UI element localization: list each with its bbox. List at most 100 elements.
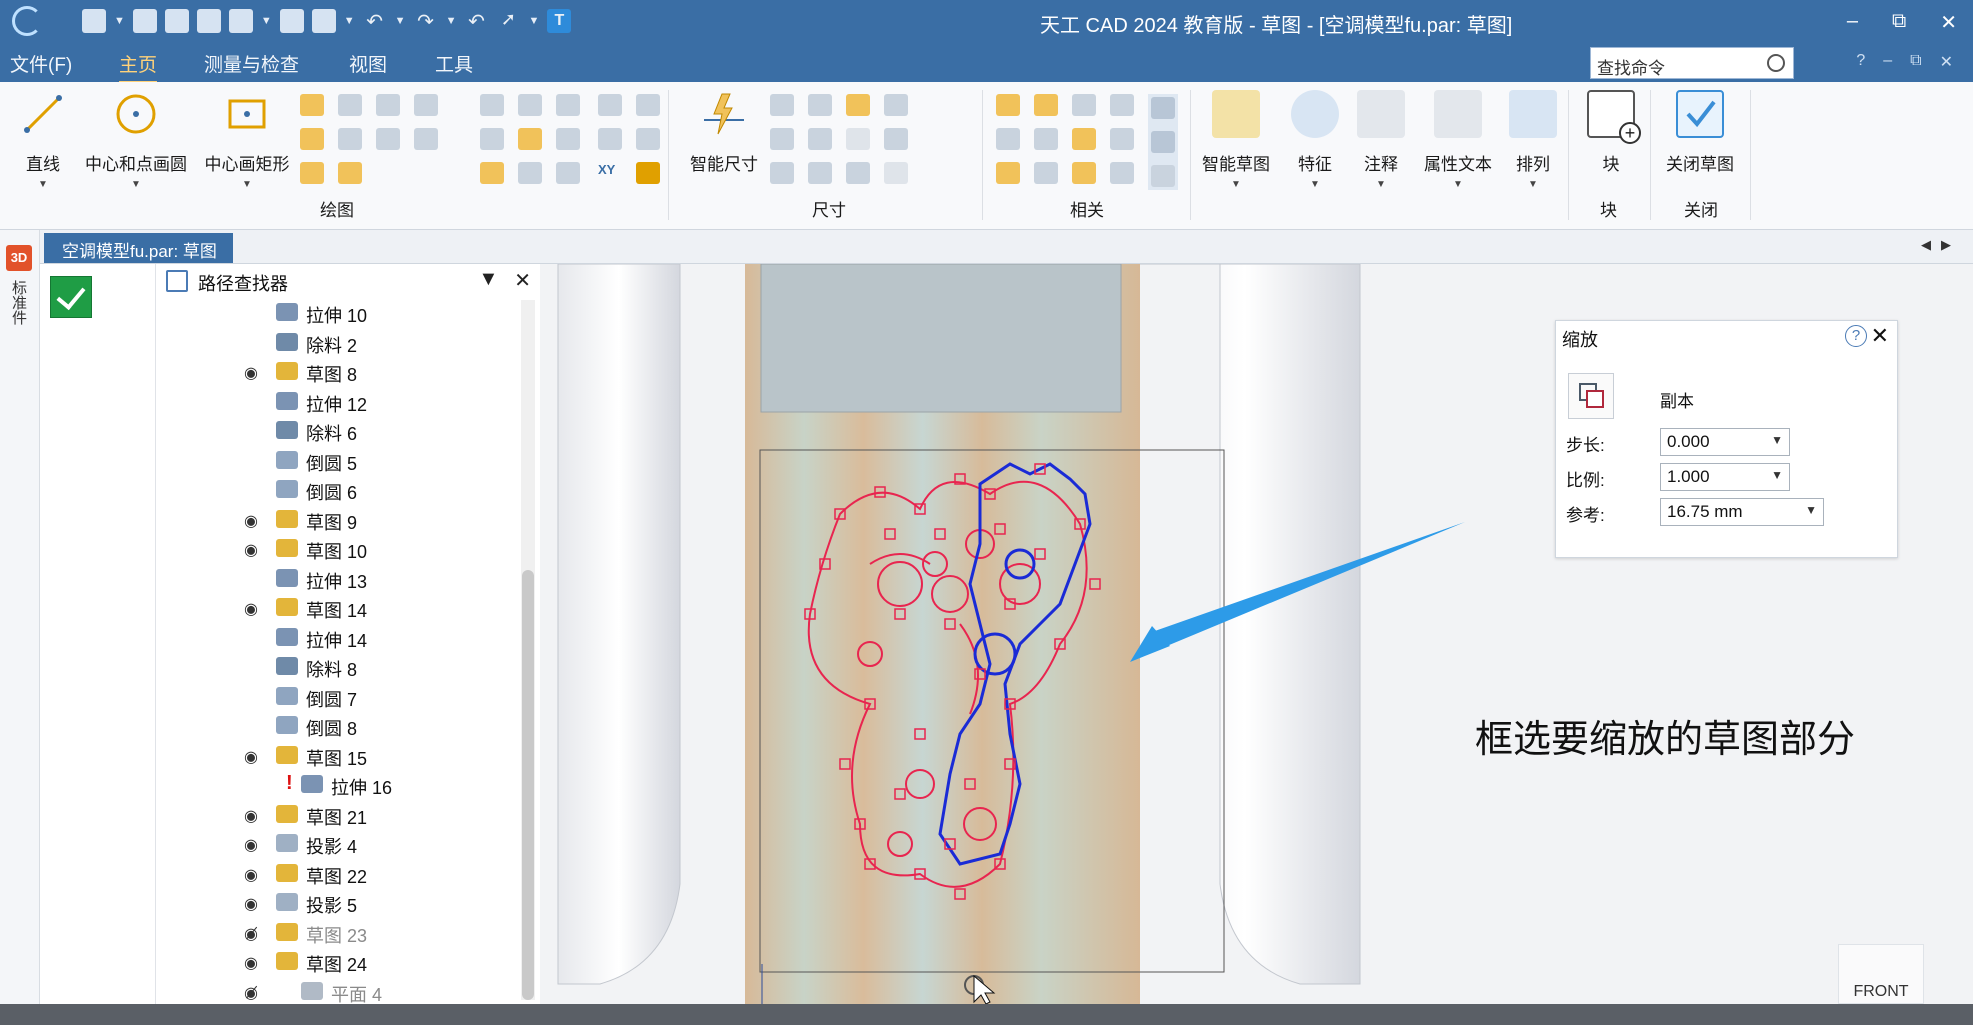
tree-item[interactable]: 倒圆 7 (156, 682, 526, 712)
path-finder-close-icon[interactable]: ✕ (514, 268, 531, 293)
tree-item[interactable]: ! 拉伸 16 (156, 770, 526, 800)
perpendicular-icon[interactable] (1072, 128, 1096, 150)
panel-icon[interactable] (311, 9, 336, 33)
accept-check-button[interactable] (50, 276, 92, 318)
tree-item[interactable]: ◉̸ 草图 23 (156, 918, 526, 948)
tree-item[interactable]: 除料 6 (156, 416, 526, 446)
save-as-icon[interactable] (228, 9, 253, 33)
tree-item[interactable]: 倒圆 8 (156, 711, 526, 741)
smart-dim-button[interactable]: 智能尺寸 (684, 90, 764, 175)
center-circle-button[interactable]: 中心和点画圆 ▼ (80, 90, 192, 190)
symmetric-icon[interactable] (1034, 162, 1058, 184)
fill-icon[interactable] (480, 94, 504, 116)
close-sketch-button[interactable]: 关闭草图 (1660, 90, 1740, 175)
mirror-icon[interactable] (376, 128, 400, 150)
center-rect-button[interactable]: 中心画矩形 ▼ (200, 90, 294, 190)
dialog-close-icon[interactable]: ✕ (1871, 323, 1889, 349)
tree-item[interactable]: 拉伸 10 (156, 298, 526, 328)
search-file-icon[interactable] (164, 9, 189, 33)
corner2-icon[interactable] (636, 128, 660, 150)
tree-item[interactable]: ◉ 草图 15 (156, 741, 526, 771)
path-finder-menu-icon[interactable]: ▼ (478, 268, 498, 293)
doc-close-button[interactable]: ✕ (1940, 52, 1953, 72)
dim-tool-icon[interactable] (884, 94, 908, 116)
collinear-icon[interactable] (1072, 162, 1096, 184)
menu-view[interactable]: 视图 (349, 50, 387, 77)
eye-icon[interactable]: ◉ (244, 806, 258, 826)
tangent-icon[interactable] (996, 162, 1020, 184)
dim-tool-icon[interactable] (770, 94, 794, 116)
dim-tool-icon[interactable] (808, 162, 832, 184)
arrange-button[interactable]: 排列 ▼ (1508, 90, 1558, 190)
tree-item[interactable]: ◉ 草图 22 (156, 859, 526, 889)
polygon-icon[interactable] (338, 94, 362, 116)
scale-select[interactable]: 1.000 ▼ (1660, 463, 1790, 491)
dim-tool-icon[interactable] (846, 94, 870, 116)
new-file-icon[interactable] (82, 9, 106, 33)
command-search-input[interactable]: 查找命令 (1590, 47, 1794, 79)
relation-assist-icon[interactable] (1151, 165, 1175, 187)
hatch-icon[interactable] (518, 162, 542, 184)
lock-icon[interactable] (1110, 94, 1134, 116)
dim-tool-icon[interactable] (808, 94, 832, 116)
eye-icon[interactable]: ◉ (244, 953, 258, 973)
doc-restore-button[interactable]: ⧉ (1910, 52, 1921, 72)
tree-item[interactable]: ◉̸ 平面 4 (156, 977, 526, 1007)
menu-file[interactable]: 文件(F) (10, 50, 72, 77)
menu-tools[interactable]: 工具 (435, 50, 473, 77)
standard-parts-tab[interactable]: 标准件 (9, 280, 29, 325)
rigid-icon[interactable] (1110, 128, 1134, 150)
spline-icon[interactable] (300, 162, 324, 184)
tree-item[interactable]: ◉ 草图 21 (156, 800, 526, 830)
dim-tool-icon[interactable] (884, 128, 908, 150)
tree-item[interactable]: ◉ 投影 5 (156, 888, 526, 918)
tree-item[interactable]: ◉ 草图 14 (156, 593, 526, 623)
minimize-button[interactable]: – (1847, 10, 1858, 35)
maintain-relations-icon[interactable] (1151, 97, 1175, 119)
tree-item[interactable]: 拉伸 14 (156, 623, 526, 653)
tree-item[interactable]: 除料 8 (156, 652, 526, 682)
dim-tool-icon[interactable] (884, 162, 908, 184)
select-icon[interactable]: ➚ (496, 9, 520, 33)
eye-icon[interactable]: ◉ (244, 599, 258, 619)
concentric-icon[interactable] (1072, 94, 1096, 116)
open-file-icon[interactable] (132, 9, 157, 33)
block-button[interactable]: + 块 (1586, 90, 1641, 175)
fillet-icon[interactable] (518, 128, 542, 150)
equal-icon[interactable] (1034, 128, 1058, 150)
chamfer-icon[interactable] (556, 162, 580, 184)
tree-item[interactable]: 倒圆 6 (156, 475, 526, 505)
maximize-button[interactable]: ⧉ (1892, 10, 1906, 35)
view-cube[interactable]: FRONT (1838, 944, 1924, 1004)
dim-tool-icon[interactable] (770, 162, 794, 184)
corner-icon[interactable] (636, 94, 660, 116)
eye-icon[interactable]: ◉ (244, 540, 258, 560)
eye-icon[interactable]: ◉ (244, 511, 258, 531)
trim-icon[interactable] (338, 128, 362, 150)
menu-home[interactable]: 主页 (119, 50, 158, 84)
dropdown-icon[interactable] (414, 128, 438, 150)
eye-icon[interactable]: ◉ (244, 363, 258, 383)
tree-item[interactable]: ◉ 草图 10 (156, 534, 526, 564)
tree-item[interactable]: 倒圆 5 (156, 446, 526, 476)
tab-scroll-arrows[interactable]: ◀▶ (1921, 237, 1961, 253)
horizontal-icon[interactable] (996, 128, 1020, 150)
pen-icon[interactable] (480, 162, 504, 184)
undo-history-icon[interactable]: ↶ (464, 9, 488, 33)
help-icon[interactable]: ? (1845, 325, 1867, 347)
save-icon[interactable] (196, 9, 221, 33)
settings-icon[interactable] (279, 9, 304, 33)
search-icon[interactable] (1767, 54, 1785, 72)
symmetry-axis-icon[interactable] (1110, 162, 1134, 184)
undo-icon[interactable]: ↶ (363, 9, 387, 33)
reference-select[interactable]: 16.75 mm ▼ (1660, 498, 1824, 526)
copy-toggle-button[interactable] (1568, 373, 1614, 419)
dropdown-icon[interactable] (414, 94, 438, 116)
help-icon[interactable]: ? (1856, 52, 1865, 72)
grid-icon[interactable] (598, 128, 622, 150)
text-icon[interactable]: T (547, 9, 572, 33)
eye-hidden-icon[interactable]: ◉̸ (244, 924, 258, 944)
tree-item[interactable]: 拉伸 12 (156, 387, 526, 417)
dim-tool-icon[interactable] (846, 128, 870, 150)
3d-badge-icon[interactable]: 3D (6, 245, 32, 271)
